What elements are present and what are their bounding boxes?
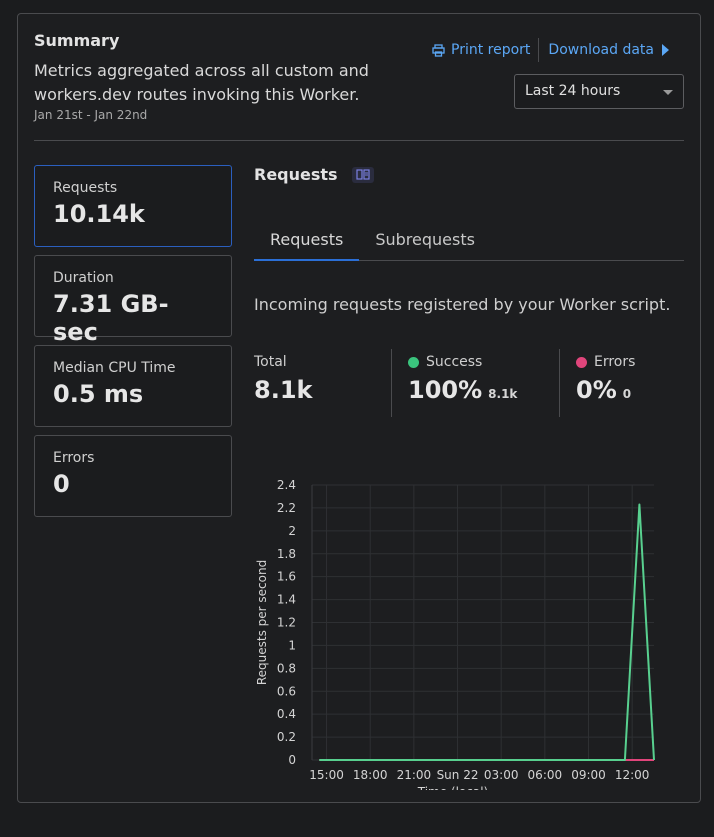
- metric-value: 8.1k: [254, 376, 313, 404]
- caret-right-icon: [662, 44, 669, 56]
- stat-label: Requests: [53, 180, 118, 196]
- y-axis-label: Requests per second: [255, 560, 269, 685]
- x-axis-label: Time (local): [417, 785, 489, 790]
- documentation-icon[interactable]: [351, 166, 374, 183]
- tab-requests[interactable]: Requests: [254, 222, 360, 261]
- y-tick-label: 1.6: [277, 570, 296, 584]
- stat-value: 0: [53, 470, 70, 498]
- x-tick-label: 03:00: [484, 768, 519, 782]
- stat-card-requests[interactable]: Requests 10.14k: [34, 165, 232, 247]
- y-tick-label: 2.4: [277, 478, 296, 492]
- panel-title-text: Requests: [254, 165, 338, 184]
- request-metrics: Total 8.1k Success 100% 8.1k Errors 0% 0: [254, 349, 684, 417]
- download-data-link[interactable]: Download data: [539, 42, 669, 58]
- series-line-success: [319, 503, 655, 761]
- y-tick-label: 2: [288, 524, 296, 538]
- metric-errors: Errors 0% 0: [559, 349, 635, 417]
- tab-subrequests[interactable]: Subrequests: [359, 222, 491, 261]
- y-tick-label: 2.2: [277, 501, 296, 515]
- y-tick-label: 1.4: [277, 593, 296, 607]
- stat-card-cpu-time[interactable]: Median CPU Time 0.5 ms: [34, 345, 232, 427]
- time-range-select[interactable]: Last 24 hours: [514, 74, 684, 109]
- success-dot-icon: [408, 356, 419, 368]
- print-report-label: Print report: [451, 42, 531, 58]
- stat-card-duration[interactable]: Duration 7.31 GB-sec: [34, 255, 232, 346]
- y-tick-label: 1: [288, 638, 296, 652]
- metric-total: Total 8.1k: [254, 349, 391, 417]
- metric-label: Total: [254, 354, 287, 370]
- x-tick-label: 21:00: [397, 768, 432, 782]
- y-tick-label: 0.4: [277, 707, 296, 721]
- stat-label: Duration: [53, 270, 114, 286]
- x-tick-label: Sun 22: [437, 768, 479, 782]
- errors-dot-icon: [576, 356, 587, 368]
- summary-title: Summary: [34, 31, 120, 50]
- stat-value: 10.14k: [53, 200, 145, 228]
- summary-description: Metrics aggregated across all custom and…: [34, 61, 369, 104]
- y-tick-label: 1.8: [277, 547, 296, 561]
- stat-value: 0.5 ms: [53, 380, 144, 408]
- stat-value: 7.31 GB-sec: [53, 290, 169, 346]
- y-tick-label: 0.8: [277, 661, 296, 675]
- panel-intro: Incoming requests registered by your Wor…: [254, 295, 671, 314]
- divider: [34, 140, 684, 141]
- metric-value: 100%: [408, 376, 483, 404]
- time-range-value: Last 24 hours: [525, 83, 621, 99]
- metric-sub-value: 0: [622, 387, 632, 401]
- request-tabs: Requests Subrequests: [254, 222, 684, 261]
- x-tick-label: 09:00: [571, 768, 606, 782]
- report-actions: Print report Download data: [432, 38, 669, 62]
- metric-success: Success 100% 8.1k: [391, 349, 559, 417]
- print-report-link[interactable]: Print report: [432, 38, 540, 62]
- requests-line-chart: 0 0.2 0.4 0.6 0.8 1 1.2 1.4 1.6 1.8 2 2.2 2.4 15:00 18…: [255, 478, 655, 790]
- y-tick-label: 0: [288, 753, 296, 767]
- metric-label: Errors: [594, 354, 636, 370]
- worker-metrics-card: Summary Metrics aggregated across all cu…: [17, 13, 701, 803]
- chevron-down-icon: [663, 90, 673, 95]
- stat-label: Errors: [53, 450, 95, 466]
- date-range: Jan 21st - Jan 22nd: [34, 108, 148, 122]
- x-tick-label: 06:00: [528, 768, 563, 782]
- metric-value: 0%: [576, 376, 617, 404]
- panel-title: Requests: [254, 165, 374, 184]
- metric-sub-value: 8.1k: [488, 387, 518, 401]
- metric-label: Success: [426, 354, 483, 370]
- stat-label: Median CPU Time: [53, 360, 176, 376]
- download-data-label: Download data: [548, 42, 654, 58]
- x-tick-label: 12:00: [615, 768, 650, 782]
- x-tick-label: 15:00: [309, 768, 344, 782]
- y-tick-label: 0.6: [277, 684, 296, 698]
- y-tick-label: 1.2: [277, 616, 296, 630]
- x-tick-label: 18:00: [353, 768, 388, 782]
- stat-card-errors[interactable]: Errors 0: [34, 435, 232, 517]
- printer-icon: [432, 43, 445, 57]
- y-tick-label: 0.2: [277, 730, 296, 744]
